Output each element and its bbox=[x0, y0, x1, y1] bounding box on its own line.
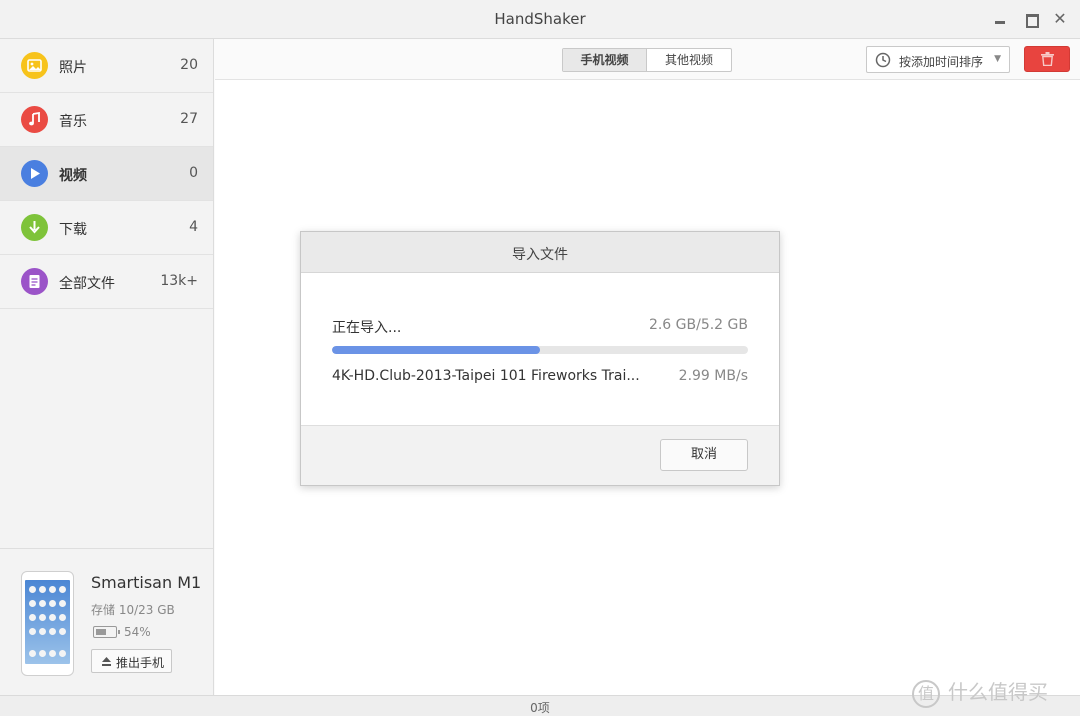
watermark: 值什么值得买 bbox=[912, 676, 1048, 708]
sidebar-item-label: 照片 bbox=[59, 60, 87, 76]
toolbar: 手机视频 其他视频 按添加时间排序 ▼ bbox=[215, 39, 1080, 80]
sort-label: 按添加时间排序 bbox=[899, 55, 984, 69]
sidebar-item-count: 27 bbox=[180, 111, 198, 127]
document-icon bbox=[21, 268, 48, 295]
sidebar-item-label: 全部文件 bbox=[59, 276, 115, 292]
sidebar-item-downloads[interactable]: 下载 4 bbox=[0, 201, 213, 255]
window-title: HandShaker bbox=[494, 10, 586, 28]
sidebar-item-photos[interactable]: 照片 20 bbox=[0, 39, 213, 93]
sidebar-item-all-files[interactable]: 全部文件 13k+ bbox=[0, 255, 213, 309]
download-icon bbox=[21, 214, 48, 241]
dialog-header: 导入文件 bbox=[301, 232, 779, 273]
sidebar-item-label: 下载 bbox=[59, 222, 87, 238]
play-icon bbox=[21, 160, 48, 187]
clock-icon bbox=[875, 52, 891, 68]
import-progress-fill bbox=[332, 346, 540, 354]
eject-label: 推出手机 bbox=[116, 656, 165, 670]
watermark-text: 什么值得买 bbox=[948, 680, 1048, 704]
dialog-title: 导入文件 bbox=[512, 247, 568, 263]
import-dialog: 导入文件 正在导入... 2.6 GB/5.2 GB 4K-HD.Club-20… bbox=[300, 231, 780, 486]
sidebar-item-count: 13k+ bbox=[160, 273, 198, 289]
delete-button[interactable] bbox=[1024, 46, 1070, 72]
sidebar-item-count: 4 bbox=[189, 219, 198, 235]
music-icon bbox=[21, 106, 48, 133]
sidebar: 照片 20 音乐 27 视频 0 下载 4 全部文件 13k+ Smartisa… bbox=[0, 39, 214, 695]
battery-level: 54% bbox=[124, 625, 151, 639]
tab-phone-videos[interactable]: 手机视频 bbox=[563, 49, 647, 71]
eject-phone-button[interactable]: 推出手机 bbox=[91, 649, 172, 673]
sidebar-item-music[interactable]: 音乐 27 bbox=[0, 93, 213, 147]
sidebar-item-count: 20 bbox=[180, 57, 198, 73]
import-speed: 2.99 MB/s bbox=[678, 368, 748, 384]
close-button[interactable]: ✕ bbox=[1052, 11, 1068, 27]
device-panel: Smartisan M1 存储 10/23 GB 54% 推出手机 bbox=[0, 548, 213, 695]
tab-other-videos[interactable]: 其他视频 bbox=[647, 49, 731, 71]
sidebar-item-count: 0 bbox=[189, 165, 198, 181]
phone-image bbox=[21, 571, 74, 676]
import-file-name: 4K-HD.Club-2013-Taipei 101 Fireworks Tra… bbox=[332, 368, 640, 384]
dialog-footer: 取消 bbox=[301, 425, 779, 485]
sidebar-item-label: 视频 bbox=[59, 168, 87, 184]
import-progress-bar bbox=[332, 346, 748, 354]
title-bar: HandShaker ✕ bbox=[0, 0, 1080, 39]
watermark-logo-icon: 值 bbox=[912, 679, 940, 708]
import-size: 2.6 GB/5.2 GB bbox=[648, 317, 748, 333]
import-status: 正在导入... bbox=[332, 320, 402, 336]
chevron-down-icon: ▼ bbox=[994, 54, 1001, 64]
video-source-tabs: 手机视频 其他视频 bbox=[562, 48, 732, 72]
device-storage: 存储 10/23 GB bbox=[91, 603, 175, 617]
sidebar-item-label: 音乐 bbox=[59, 114, 87, 130]
sidebar-item-videos[interactable]: 视频 0 bbox=[0, 147, 213, 201]
sort-dropdown[interactable]: 按添加时间排序 ▼ bbox=[866, 46, 1010, 73]
photo-icon bbox=[21, 52, 48, 79]
maximize-button[interactable] bbox=[1023, 11, 1039, 28]
minimize-button[interactable] bbox=[992, 11, 1008, 27]
battery-icon bbox=[93, 626, 120, 638]
eject-icon bbox=[102, 657, 111, 666]
device-name: Smartisan M1 bbox=[91, 573, 202, 592]
cancel-button[interactable]: 取消 bbox=[660, 439, 748, 471]
trash-icon bbox=[1041, 52, 1054, 66]
